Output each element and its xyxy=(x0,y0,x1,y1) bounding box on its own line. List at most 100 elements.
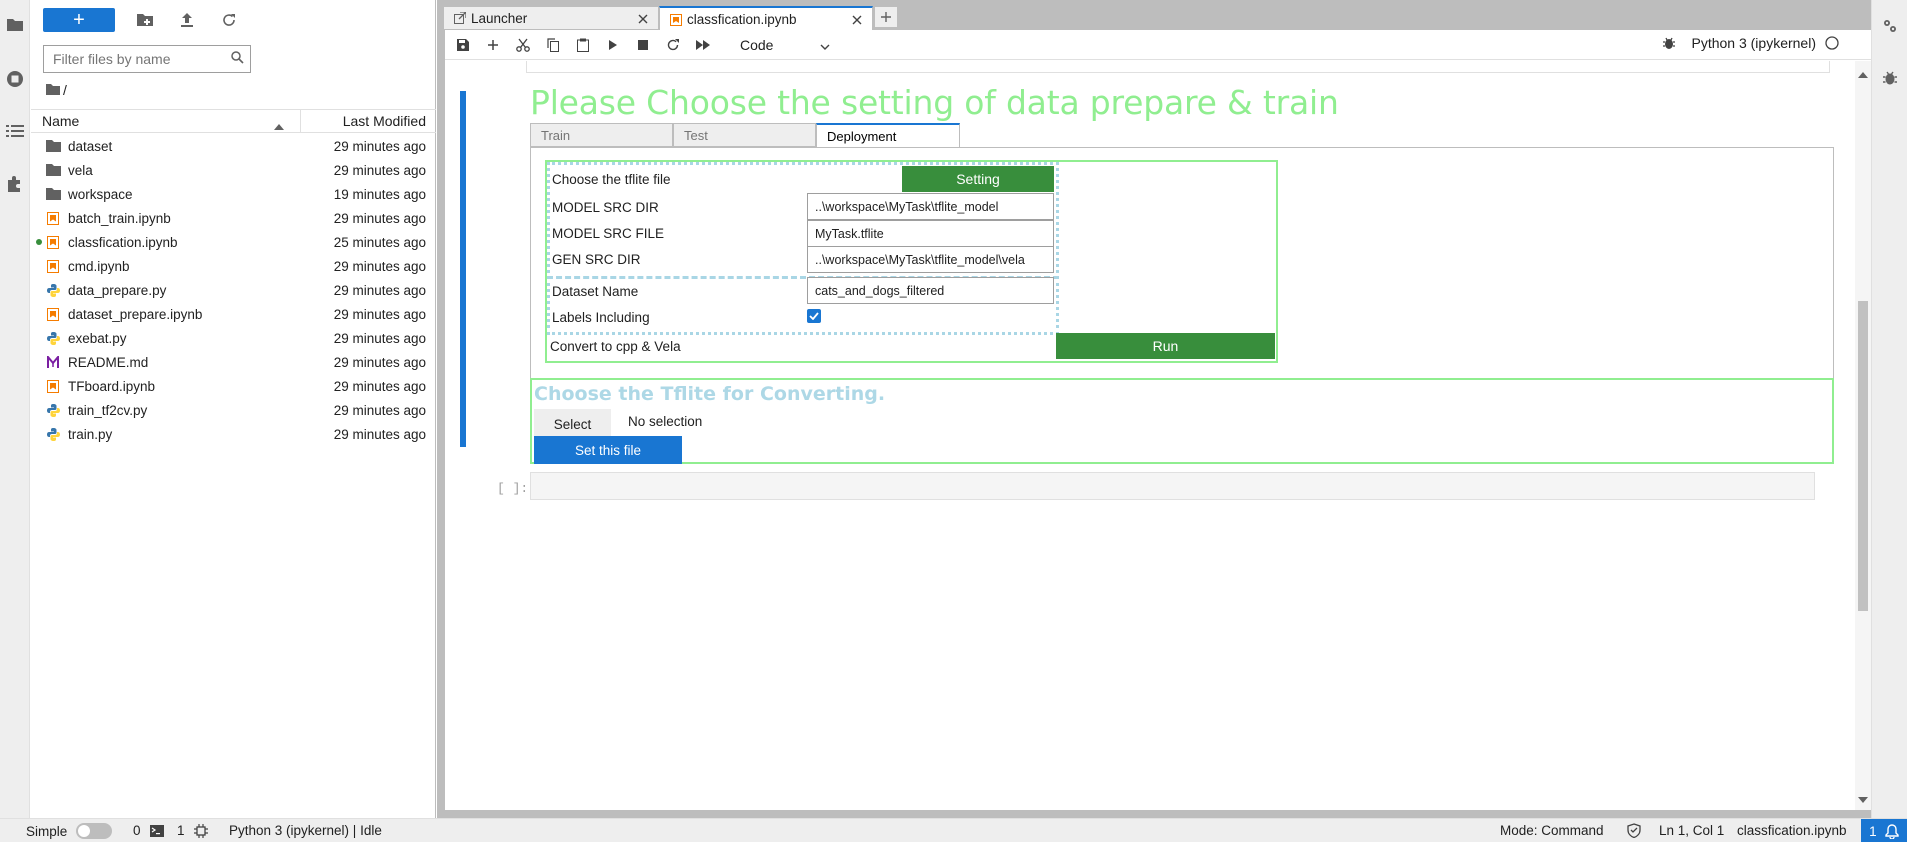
file-list-item[interactable]: batch_train.ipynb 29 minutes ago xyxy=(31,206,436,230)
breadcrumb-root[interactable]: / xyxy=(63,82,67,98)
page-title: Please Choose the setting of data prepar… xyxy=(530,83,1339,122)
kernel-status[interactable]: Python 3 (ipykernel) | Idle xyxy=(229,823,382,838)
copy-icon[interactable] xyxy=(540,33,566,57)
active-cell-indicator xyxy=(460,91,466,447)
file-filter-input[interactable] xyxy=(53,51,223,67)
model-src-file-input[interactable]: MyTask.tflite xyxy=(807,220,1054,247)
empty-code-cell[interactable] xyxy=(530,472,1815,500)
notebook-scrollbar[interactable] xyxy=(1855,61,1871,810)
file-list-item[interactable]: train_tf2cv.py 29 minutes ago xyxy=(31,398,436,422)
current-filename: classfication.ipynb xyxy=(1737,823,1847,838)
model-src-dir-input[interactable]: ..\workspace\MyTask\tflite_model xyxy=(807,193,1054,220)
close-icon[interactable] xyxy=(852,13,862,28)
labels-including-label: Labels Including xyxy=(552,310,650,325)
run-icon[interactable] xyxy=(600,33,626,57)
tab-classfication-notebook[interactable]: classfication.ipynb xyxy=(659,6,873,31)
new-folder-icon[interactable] xyxy=(133,8,157,32)
save-icon[interactable] xyxy=(450,33,476,57)
kernel-count[interactable]: 1 xyxy=(177,823,208,838)
extensions-icon[interactable] xyxy=(4,173,26,195)
file-list-item[interactable]: cmd.ipynb 29 minutes ago xyxy=(31,254,436,278)
kernel-chip-icon xyxy=(193,823,208,838)
file-list-item[interactable]: train.py 29 minutes ago xyxy=(31,422,436,446)
simple-mode-toggle[interactable]: Simple xyxy=(26,823,113,839)
restart-icon[interactable] xyxy=(660,33,686,57)
refresh-icon[interactable] xyxy=(217,8,241,32)
file-modified: 29 minutes ago xyxy=(333,210,426,226)
setting-button[interactable]: Setting xyxy=(902,166,1054,192)
left-activity-bar xyxy=(0,0,30,818)
notebook-icon xyxy=(45,306,61,322)
tflite-converter-box: Choose the Tflite for Converting. Select… xyxy=(530,378,1834,464)
file-list-item[interactable]: README.md 29 minutes ago xyxy=(31,350,436,374)
python-file-icon xyxy=(45,330,61,346)
deployment-settings-box: Choose the tflite file Setting MODEL SRC… xyxy=(545,160,1278,363)
new-launcher-button[interactable]: + xyxy=(43,8,115,32)
insert-cell-icon[interactable] xyxy=(480,33,506,57)
folder-icon[interactable] xyxy=(4,14,26,36)
main-area: Launcher classfication.ipynb Code Python… xyxy=(437,0,1871,818)
simple-mode-switch[interactable] xyxy=(76,823,113,839)
notebook-icon xyxy=(45,378,61,394)
file-list-item[interactable]: dataset_prepare.ipynb 29 minutes ago xyxy=(31,302,436,326)
fast-forward-icon[interactable] xyxy=(690,33,716,57)
debugger-icon[interactable] xyxy=(1883,70,1897,89)
selection-status: No selection xyxy=(628,414,703,429)
file-list-item[interactable]: exebat.py 29 minutes ago xyxy=(31,326,436,350)
file-modified: 29 minutes ago xyxy=(333,306,426,322)
file-modified: 29 minutes ago xyxy=(333,330,426,346)
file-modified: 29 minutes ago xyxy=(333,426,426,442)
kernel-area: Python 3 (ipykernel) xyxy=(1663,35,1839,51)
checkmark-icon xyxy=(809,312,819,320)
labels-including-checkbox[interactable] xyxy=(807,309,821,323)
tab-deployment[interactable]: Deployment xyxy=(816,123,960,148)
tab-test[interactable]: Test xyxy=(673,123,816,147)
tab-launcher[interactable]: Launcher xyxy=(443,6,659,30)
name-column-header[interactable]: Name xyxy=(31,110,301,132)
model-src-file-label: MODEL SRC FILE xyxy=(552,226,665,241)
set-this-file-button[interactable]: Set this file xyxy=(534,436,682,464)
property-inspector-icon[interactable] xyxy=(1882,18,1898,37)
deployment-panel: Choose the tflite file Setting MODEL SRC… xyxy=(530,147,1834,379)
gen-src-dir-input[interactable]: ..\workspace\MyTask\tflite_model\vela xyxy=(807,246,1054,273)
new-tab-button[interactable] xyxy=(874,6,898,28)
scroll-down-icon[interactable] xyxy=(1858,790,1868,806)
python-file-icon xyxy=(45,426,61,442)
file-filter-field[interactable] xyxy=(43,45,251,73)
previous-cell-edge xyxy=(526,61,1830,73)
running-sessions-icon[interactable] xyxy=(4,68,26,90)
file-list-item[interactable]: classfication.ipynb 25 minutes ago xyxy=(31,230,436,254)
sort-ascending-icon xyxy=(274,117,284,133)
terminal-count[interactable]: 0 xyxy=(133,823,164,838)
notifications-button[interactable]: 1 xyxy=(1861,819,1907,842)
python-file-icon xyxy=(45,282,61,298)
close-icon[interactable] xyxy=(638,12,648,27)
dataset-name-input[interactable]: cats_and_dogs_filtered xyxy=(807,277,1054,304)
upload-icon[interactable] xyxy=(175,8,199,32)
shield-check-icon[interactable] xyxy=(1627,823,1641,838)
cell-type-select[interactable]: Code xyxy=(740,37,830,53)
file-list-item[interactable]: dataset 29 minutes ago xyxy=(31,134,436,158)
cut-icon[interactable] xyxy=(510,33,536,57)
file-list-item[interactable]: data_prepare.py 29 minutes ago xyxy=(31,278,436,302)
file-browser-panel: + / Name Last Modified dataset29 minutes xyxy=(31,0,436,818)
file-list-item[interactable]: workspace 19 minutes ago xyxy=(31,182,436,206)
file-browser-toolbar: + xyxy=(43,8,241,32)
scroll-thumb[interactable] xyxy=(1858,301,1868,611)
tab-train[interactable]: Train xyxy=(530,123,673,147)
home-folder-icon[interactable] xyxy=(46,82,60,98)
select-file-button[interactable]: Select xyxy=(534,409,611,439)
scroll-up-icon[interactable] xyxy=(1858,65,1868,81)
modified-column-header[interactable]: Last Modified xyxy=(301,113,436,129)
file-list-item[interactable]: vela 29 minutes ago xyxy=(31,158,436,182)
file-list-item[interactable]: TFboard.ipynb 29 minutes ago xyxy=(31,374,436,398)
run-button[interactable]: Run xyxy=(1056,333,1275,359)
paste-icon[interactable] xyxy=(570,33,596,57)
table-of-contents-icon[interactable] xyxy=(4,120,26,142)
kernel-name[interactable]: Python 3 (ipykernel) xyxy=(1691,35,1816,51)
stop-icon[interactable] xyxy=(630,33,656,57)
bug-icon[interactable] xyxy=(1663,36,1676,50)
cursor-position[interactable]: Ln 1, Col 1 xyxy=(1659,823,1724,838)
file-name: batch_train.ipynb xyxy=(68,210,171,226)
file-modified: 29 minutes ago xyxy=(333,354,426,370)
